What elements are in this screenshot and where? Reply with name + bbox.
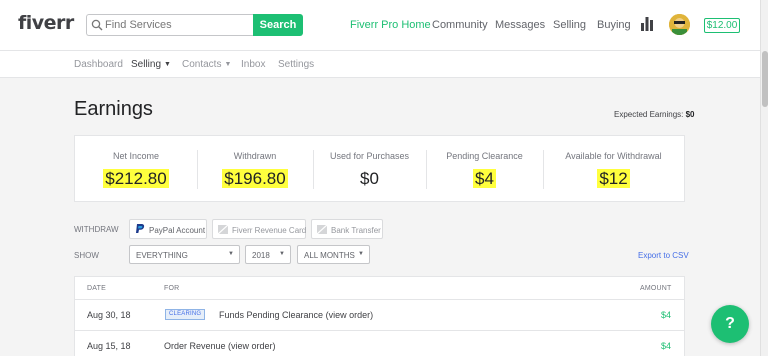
bank-transfer-button[interactable]: Bank Transfer	[311, 219, 383, 239]
column-header-amount: AMOUNT	[640, 285, 672, 292]
stat-used-for-purchases: Used for Purchases $0	[313, 136, 426, 203]
subnav-dashboard[interactable]: Dashboard	[74, 59, 123, 70]
row-date: Aug 15, 18	[87, 341, 131, 351]
clearing-badge: CLEARING	[165, 309, 206, 320]
row-amount: $4	[661, 341, 672, 351]
type-select[interactable]: EVERYTHING ▼	[129, 245, 240, 264]
balance-badge[interactable]: $12.00	[704, 18, 740, 33]
column-header-date[interactable]: DATE	[87, 285, 106, 292]
search-box	[86, 14, 253, 36]
stat-value-text: $0	[360, 169, 379, 188]
card-icon	[218, 224, 228, 235]
scrollbar-thumb[interactable]	[762, 51, 768, 107]
column-header-for: FOR	[164, 285, 180, 292]
nav-messages[interactable]: Messages	[495, 19, 545, 31]
stat-label: Used for Purchases	[329, 151, 410, 161]
row-amount: $4	[661, 310, 672, 320]
search-bar: Search	[86, 14, 304, 36]
stat-pending-clearance: Pending Clearance $4	[426, 136, 543, 203]
stat-label: Net Income	[112, 151, 160, 161]
top-navigation-bar: fiverr Search Fiverr Pro Home Community …	[0, 0, 760, 51]
chevron-down-icon: ▼	[279, 251, 285, 257]
divider	[75, 299, 684, 300]
chevron-down-icon: ▼	[164, 61, 171, 68]
withdraw-label: WITHDRAW	[74, 225, 119, 234]
paypal-withdraw-button[interactable]: PayPal Account	[129, 219, 207, 239]
stat-value: $0	[313, 169, 426, 189]
stat-value: $4	[426, 169, 543, 189]
secondary-navigation: Dashboard Selling ▼ Contacts ▼ Inbox Setti…	[0, 51, 760, 78]
stat-available-for-withdrawal: Available for Withdrawal $12	[543, 136, 684, 203]
bank-transfer-label: Bank Transfer	[331, 226, 381, 235]
stat-label: Pending Clearance	[446, 151, 523, 161]
search-input[interactable]	[105, 15, 250, 35]
row-description-link[interactable]: Order Revenue (view order)	[164, 341, 276, 351]
subnav-selling[interactable]: Selling ▼	[131, 59, 171, 70]
row-description-link[interactable]: Funds Pending Clearance (view order)	[219, 310, 373, 320]
page-scrollbar[interactable]	[760, 0, 768, 356]
stat-withdrawn: Withdrawn $196.80	[197, 136, 313, 203]
subnav-contacts-label: Contacts	[182, 59, 222, 70]
fiverr-logo[interactable]: fiverr	[18, 12, 74, 34]
show-label: SHOW	[74, 251, 99, 260]
stat-label: Available for Withdrawal	[565, 151, 662, 161]
search-icon	[91, 19, 103, 31]
nav-buying[interactable]: Buying	[597, 19, 631, 31]
stat-label: Withdrawn	[233, 151, 277, 161]
stat-value-text: $12	[597, 169, 630, 188]
stat-value: $212.80	[75, 169, 197, 189]
type-select-value: EVERYTHING	[136, 251, 188, 260]
search-button[interactable]: Search	[253, 14, 303, 36]
revenue-card-label: Fiverr Revenue Card	[232, 226, 307, 235]
divider	[75, 330, 684, 331]
nav-fiverr-pro-home[interactable]: Fiverr Pro Home	[350, 19, 431, 31]
analytics-icon[interactable]	[641, 17, 653, 31]
months-select-value: ALL MONTHS	[304, 251, 355, 260]
expected-earnings: Expected Earnings: $0	[614, 110, 695, 119]
avatar-image-icon	[669, 14, 690, 35]
stat-net-income: Net Income $212.80	[75, 136, 197, 203]
chevron-down-icon: ▼	[358, 251, 364, 257]
stat-value-text: $212.80	[103, 169, 169, 188]
user-avatar[interactable]	[669, 14, 690, 35]
help-button[interactable]: ?	[711, 305, 749, 343]
revenue-card-withdraw-button[interactable]: Fiverr Revenue Card	[212, 219, 306, 239]
expected-earnings-label: Expected Earnings:	[614, 110, 684, 119]
year-select[interactable]: 2018 ▼	[245, 245, 291, 264]
export-csv-link[interactable]: Export to CSV	[638, 251, 689, 260]
earnings-summary-card: Net Income $212.80 Withdrawn $196.80 Use…	[74, 135, 685, 202]
paypal-label: PayPal Account	[149, 226, 206, 235]
stat-value-text: $196.80	[222, 169, 288, 188]
stat-value: $196.80	[197, 169, 313, 189]
paypal-icon	[136, 224, 145, 233]
earnings-table: DATE FOR AMOUNT Aug 30, 18 CLEARING Fund…	[74, 276, 685, 356]
chevron-down-icon: ▼	[224, 61, 232, 68]
subnav-settings[interactable]: Settings	[278, 59, 314, 70]
stat-value: $12	[543, 169, 684, 189]
nav-selling[interactable]: Selling	[553, 19, 586, 31]
bank-icon	[317, 224, 327, 235]
subnav-selling-label: Selling	[131, 59, 162, 70]
row-date: Aug 30, 18	[87, 310, 131, 320]
expected-earnings-value: $0	[685, 110, 695, 119]
chevron-down-icon: ▼	[228, 251, 234, 257]
page-title: Earnings	[74, 98, 153, 120]
months-select[interactable]: ALL MONTHS ▼	[297, 245, 370, 264]
subnav-inbox[interactable]: Inbox	[241, 59, 265, 70]
nav-community[interactable]: Community	[432, 19, 488, 31]
stat-value-text: $4	[473, 169, 496, 188]
subnav-contacts[interactable]: Contacts ▼	[182, 59, 231, 70]
year-select-value: 2018	[252, 251, 270, 260]
